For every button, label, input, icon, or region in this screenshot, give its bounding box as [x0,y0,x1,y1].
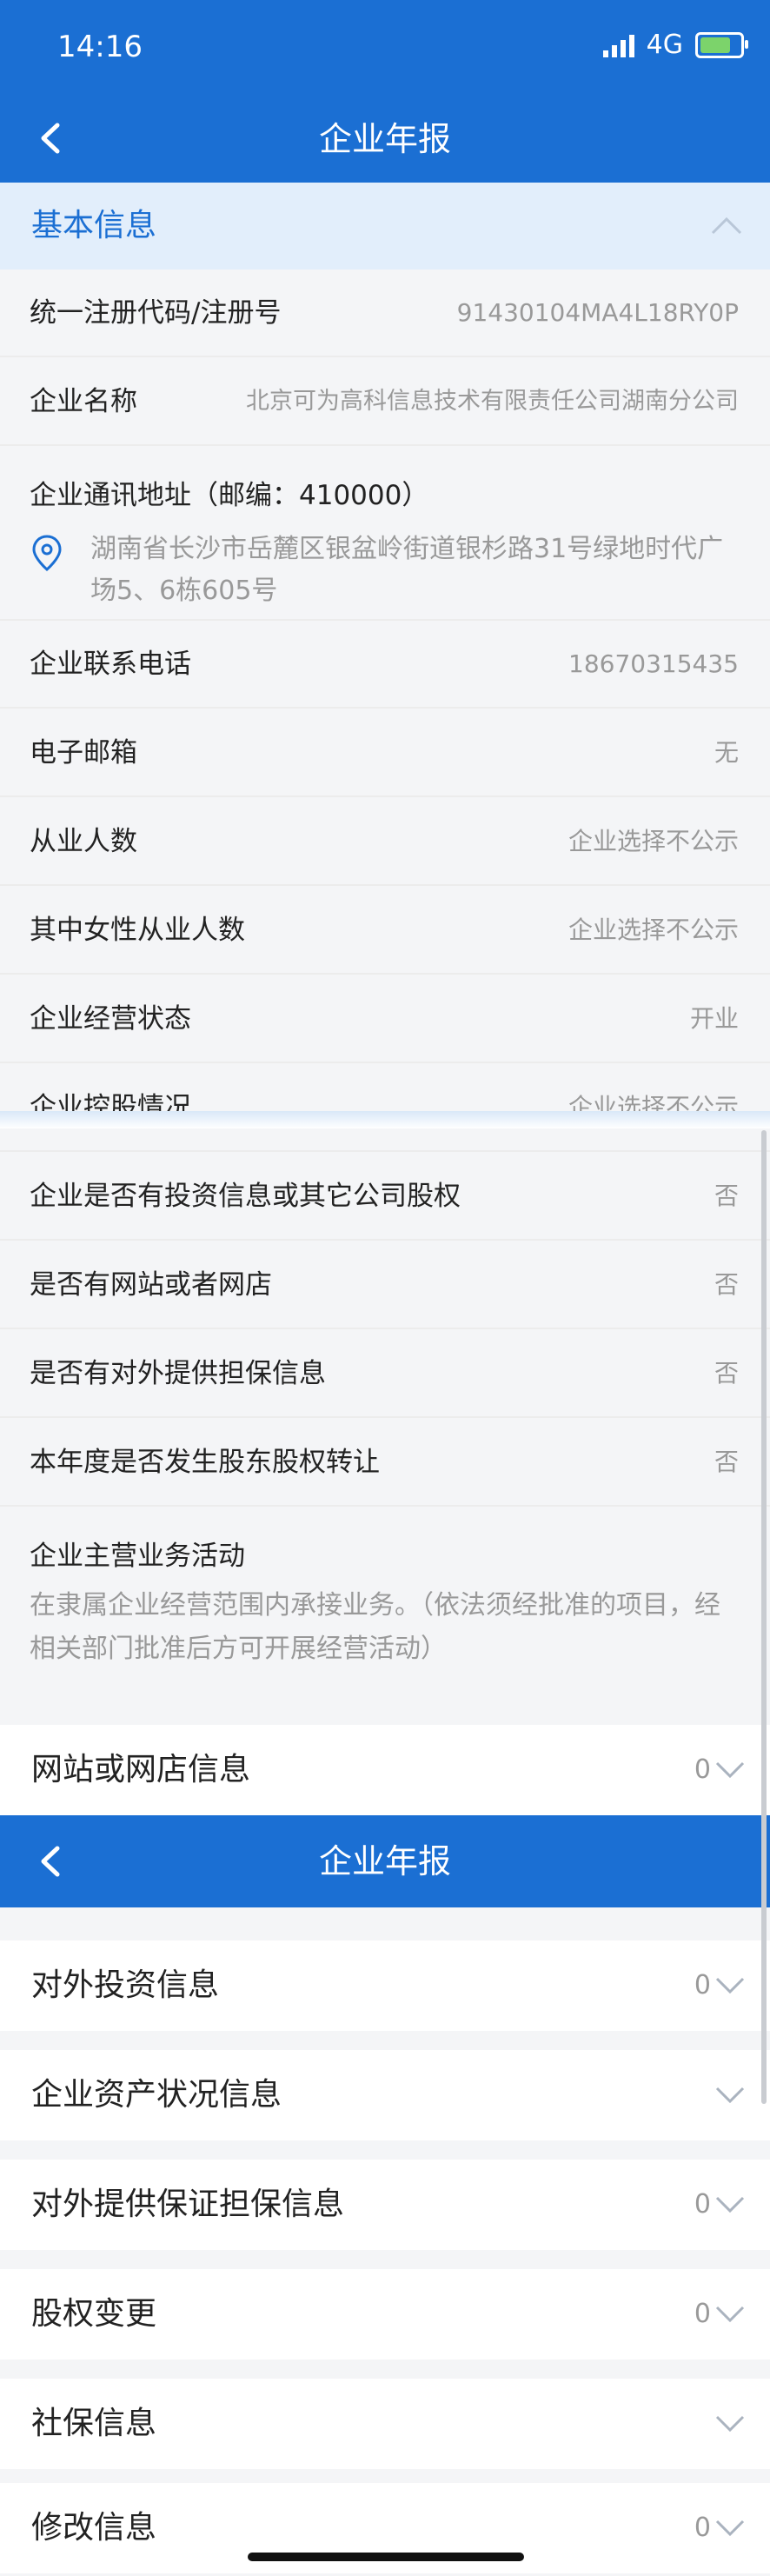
home-indicator [248,2553,524,2561]
section-count: 0 [694,2189,711,2220]
info-label: 企业是否有投资信息或其它公司股权 [30,1181,461,1212]
section-equity-change[interactable]: 股权变更 0 [0,2269,770,2360]
chevron-down-icon [715,2519,745,2537]
info-value: 18670315435 [568,649,739,678]
section-label: 对外提供保证担保信息 [31,2187,345,2222]
scrollbar[interactable] [761,1130,767,2104]
activity-label: 企业主营业务活动 [30,1541,245,1572]
basic-info-header[interactable]: 基本信息 [0,183,770,270]
activity-text: 在隶属企业经营范围内承接业务。（依法须经批准的项目，经相关部门批准后方可开展经营… [30,1590,720,1664]
chevron-down-icon [715,1761,745,1779]
section-count: 0 [694,2513,711,2543]
section-label: 对外投资信息 [31,1967,220,2003]
section-label: 企业资产状况信息 [31,2077,282,2113]
info-value: 否 [714,1181,739,1210]
section-count: 0 [694,1754,711,1785]
section-label: 社保信息 [31,2406,157,2441]
battery-icon [695,31,748,58]
top-navbar: 企业年报 [0,96,770,183]
top-navbar-duplicate: 企业年报 [0,1815,770,1907]
info-label: 企业经营状态 [30,1003,191,1035]
info-value: 否 [714,1448,739,1476]
chevron-down-icon [715,2087,745,2104]
info-value: 否 [714,1359,739,1388]
info-value: 企业选择不公示 [568,915,739,944]
info-label: 统一注册代码/注册号 [30,297,282,329]
info-label: 是否有对外提供担保信息 [30,1358,326,1389]
info-row-email: 电子邮箱 无 [0,709,770,797]
address-text: 湖南省长沙市岳麓区银盆岭街道银杉路31号绿地时代广场5、6栋605号 [90,534,724,606]
info-label: 从业人数 [30,826,137,857]
info-value: 企业选择不公示 [568,1093,739,1122]
info-label: 企业名称 [30,386,137,417]
info-row-holding-status: 企业控股情况 企业选择不公示 [0,1064,770,1152]
info-row-employees: 从业人数 企业选择不公示 [0,798,770,886]
page-title: 企业年报 [318,1842,451,1880]
status-time: 14:16 [57,30,143,64]
info-row-business-status: 企业经营状态 开业 [0,975,770,1063]
scroll-seam [0,1111,770,1128]
section-guarantee-info[interactable]: 对外提供保证担保信息 0 [0,2160,770,2250]
info-row-phone: 企业联系电话 18670315435 [0,621,770,709]
section-label: 网站或网店信息 [31,1752,251,1787]
section-label: 股权变更 [31,2296,157,2332]
info-label: 企业联系电话 [30,649,191,680]
info-row-main-activity: 企业主营业务活动 在隶属企业经营范围内承接业务。（依法须经批准的项目，经相关部门… [0,1508,770,1690]
info-value: 企业选择不公示 [568,827,739,855]
info-label: 电子邮箱 [30,737,137,769]
location-pin-icon [32,535,62,571]
chevron-down-icon [715,2306,745,2323]
page-title: 企业年报 [318,120,451,158]
section-assets-info[interactable]: 企业资产状况信息 [0,2050,770,2140]
section-investment-info[interactable]: 对外投资信息 0 [0,1940,770,2031]
section-website-info[interactable]: 网站或网店信息 0 [0,1725,770,1815]
info-row-address: 企业通讯地址（邮编：410000） 湖南省长沙市岳麓区银盆岭街道银杉路31号绿地… [0,447,770,621]
info-label: 企业控股情况 [30,1092,191,1123]
info-label: 本年度是否发生股东股权转让 [30,1447,380,1478]
chevron-up-icon [711,216,742,235]
status-bar: 14:16 4G [0,0,770,96]
info-value: 北京可为高科信息技术有限责任公司湖南分公司 [246,388,739,415]
network-label: 4G [646,30,683,60]
info-row-equity-transfer: 本年度是否发生股东股权转让 否 [0,1419,770,1507]
basic-info-title: 基本信息 [31,208,157,243]
info-row-company-name: 企业名称 北京可为高科信息技术有限责任公司湖南分公司 [0,358,770,446]
info-value: 无 [714,738,739,767]
info-row-investment: 企业是否有投资信息或其它公司股权 否 [0,1153,770,1241]
info-row-registration-code: 统一注册代码/注册号 91430104MA4L18RY0P [0,270,770,357]
chevron-down-icon [715,1977,745,1994]
info-row-website: 是否有网站或者网店 否 [0,1241,770,1329]
section-social-security[interactable]: 社保信息 [0,2379,770,2469]
info-row-female-employees: 其中女性从业人数 企业选择不公示 [0,887,770,975]
info-label: 是否有网站或者网店 [30,1269,272,1301]
info-value: 否 [714,1270,739,1299]
address-label: 企业通讯地址（邮编：410000） [30,480,429,511]
chevron-down-icon [715,2415,745,2433]
signal-icon [602,33,634,57]
section-label: 修改信息 [31,2510,157,2546]
info-label: 其中女性从业人数 [30,915,245,946]
info-value: 开业 [689,1004,739,1033]
status-indicators: 4G [602,30,748,60]
chevron-down-icon [715,2196,745,2213]
section-count: 0 [694,1970,711,2000]
section-count: 0 [694,2299,711,2329]
info-value: 91430104MA4L18RY0P [456,298,739,327]
info-row-guarantee: 是否有对外提供担保信息 否 [0,1330,770,1418]
